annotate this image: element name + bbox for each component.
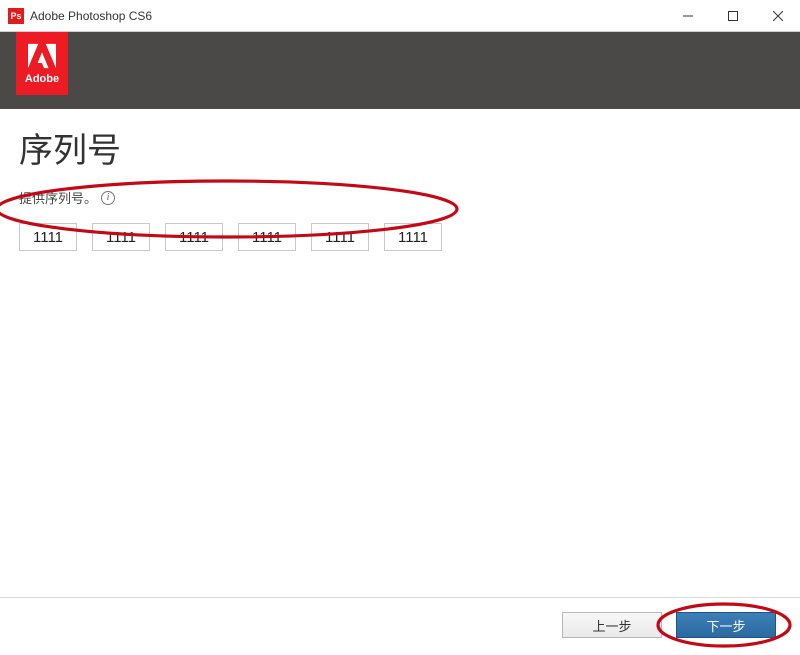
adobe-logo-text: Adobe [25,73,59,85]
subtitle-text: 提供序列号。 [19,188,97,207]
serial-field-4[interactable] [238,223,296,251]
close-button[interactable] [755,0,800,32]
header-bar: Adobe [0,32,800,109]
minimize-button[interactable] [665,0,710,32]
adobe-logo-icon [28,43,56,69]
serial-field-5[interactable] [311,223,369,251]
window-controls [665,0,800,32]
serial-field-2[interactable] [92,223,150,251]
serial-field-1[interactable] [19,223,77,251]
info-icon[interactable]: i [101,191,115,205]
serial-field-3[interactable] [165,223,223,251]
maximize-button[interactable] [710,0,755,32]
window-title: Adobe Photoshop CS6 [30,9,152,23]
titlebar: Ps Adobe Photoshop CS6 [0,0,800,32]
app-icon: Ps [8,8,24,24]
subtitle-row: 提供序列号。 i [19,188,781,207]
next-button[interactable]: 下一步 [676,612,776,638]
page-title: 序列号 [19,123,781,172]
serial-input-row [19,223,781,251]
footer: 上一步 下一步 [0,597,800,652]
back-button[interactable]: 上一步 [562,612,662,638]
adobe-logo: Adobe [16,32,68,95]
serial-field-6[interactable] [384,223,442,251]
content-area: 序列号 提供序列号。 i [0,109,800,251]
